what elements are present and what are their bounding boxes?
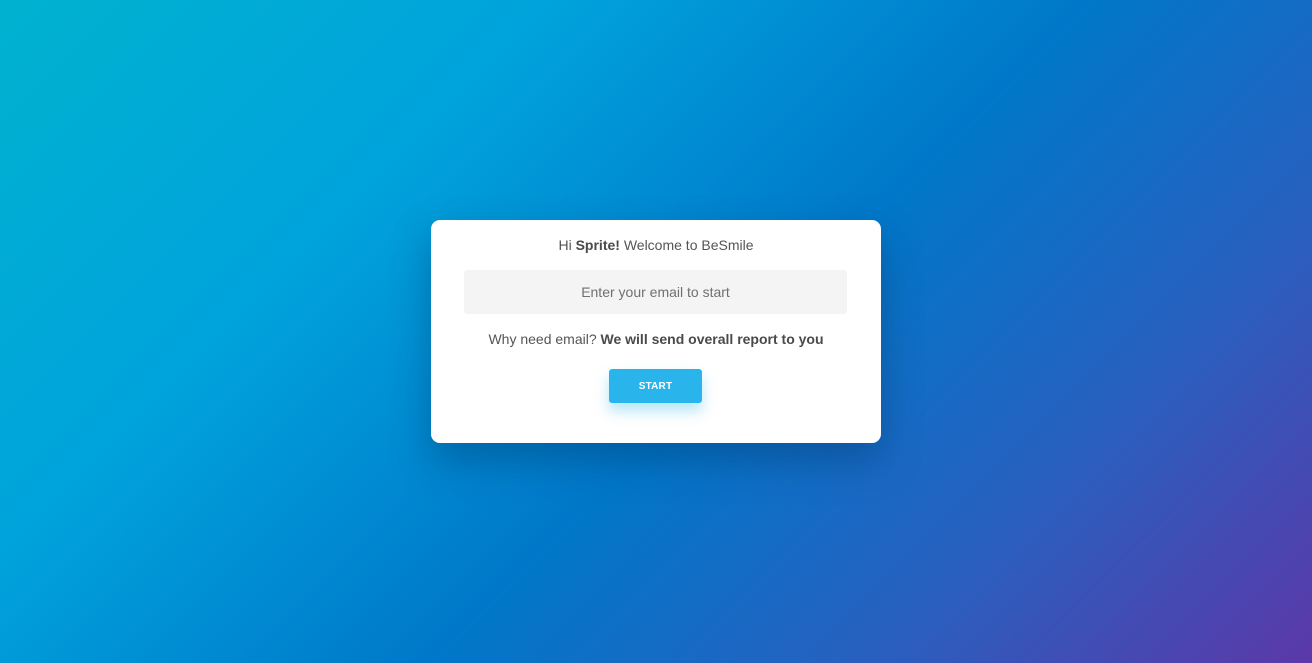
email-input[interactable] — [464, 270, 847, 314]
page-background: { "welcome": { "prefix": "Hi", "name": "… — [0, 0, 1312, 663]
user-name: Sprite! — [575, 237, 620, 253]
greeting-prefix: Hi — [558, 237, 572, 253]
email-reason-answer: We will send overall report to you — [600, 331, 824, 347]
email-reason: Why need email? We will send overall rep… — [431, 331, 881, 347]
start-button[interactable]: START — [609, 369, 702, 403]
welcome-card: Hi Sprite! Welcome to BeSmile Why need e… — [431, 220, 881, 443]
welcome-message: Hi Sprite! Welcome to BeSmile — [431, 237, 881, 253]
welcome-text: Welcome to BeSmile — [623, 237, 754, 253]
email-reason-question: Why need email? — [488, 331, 597, 347]
